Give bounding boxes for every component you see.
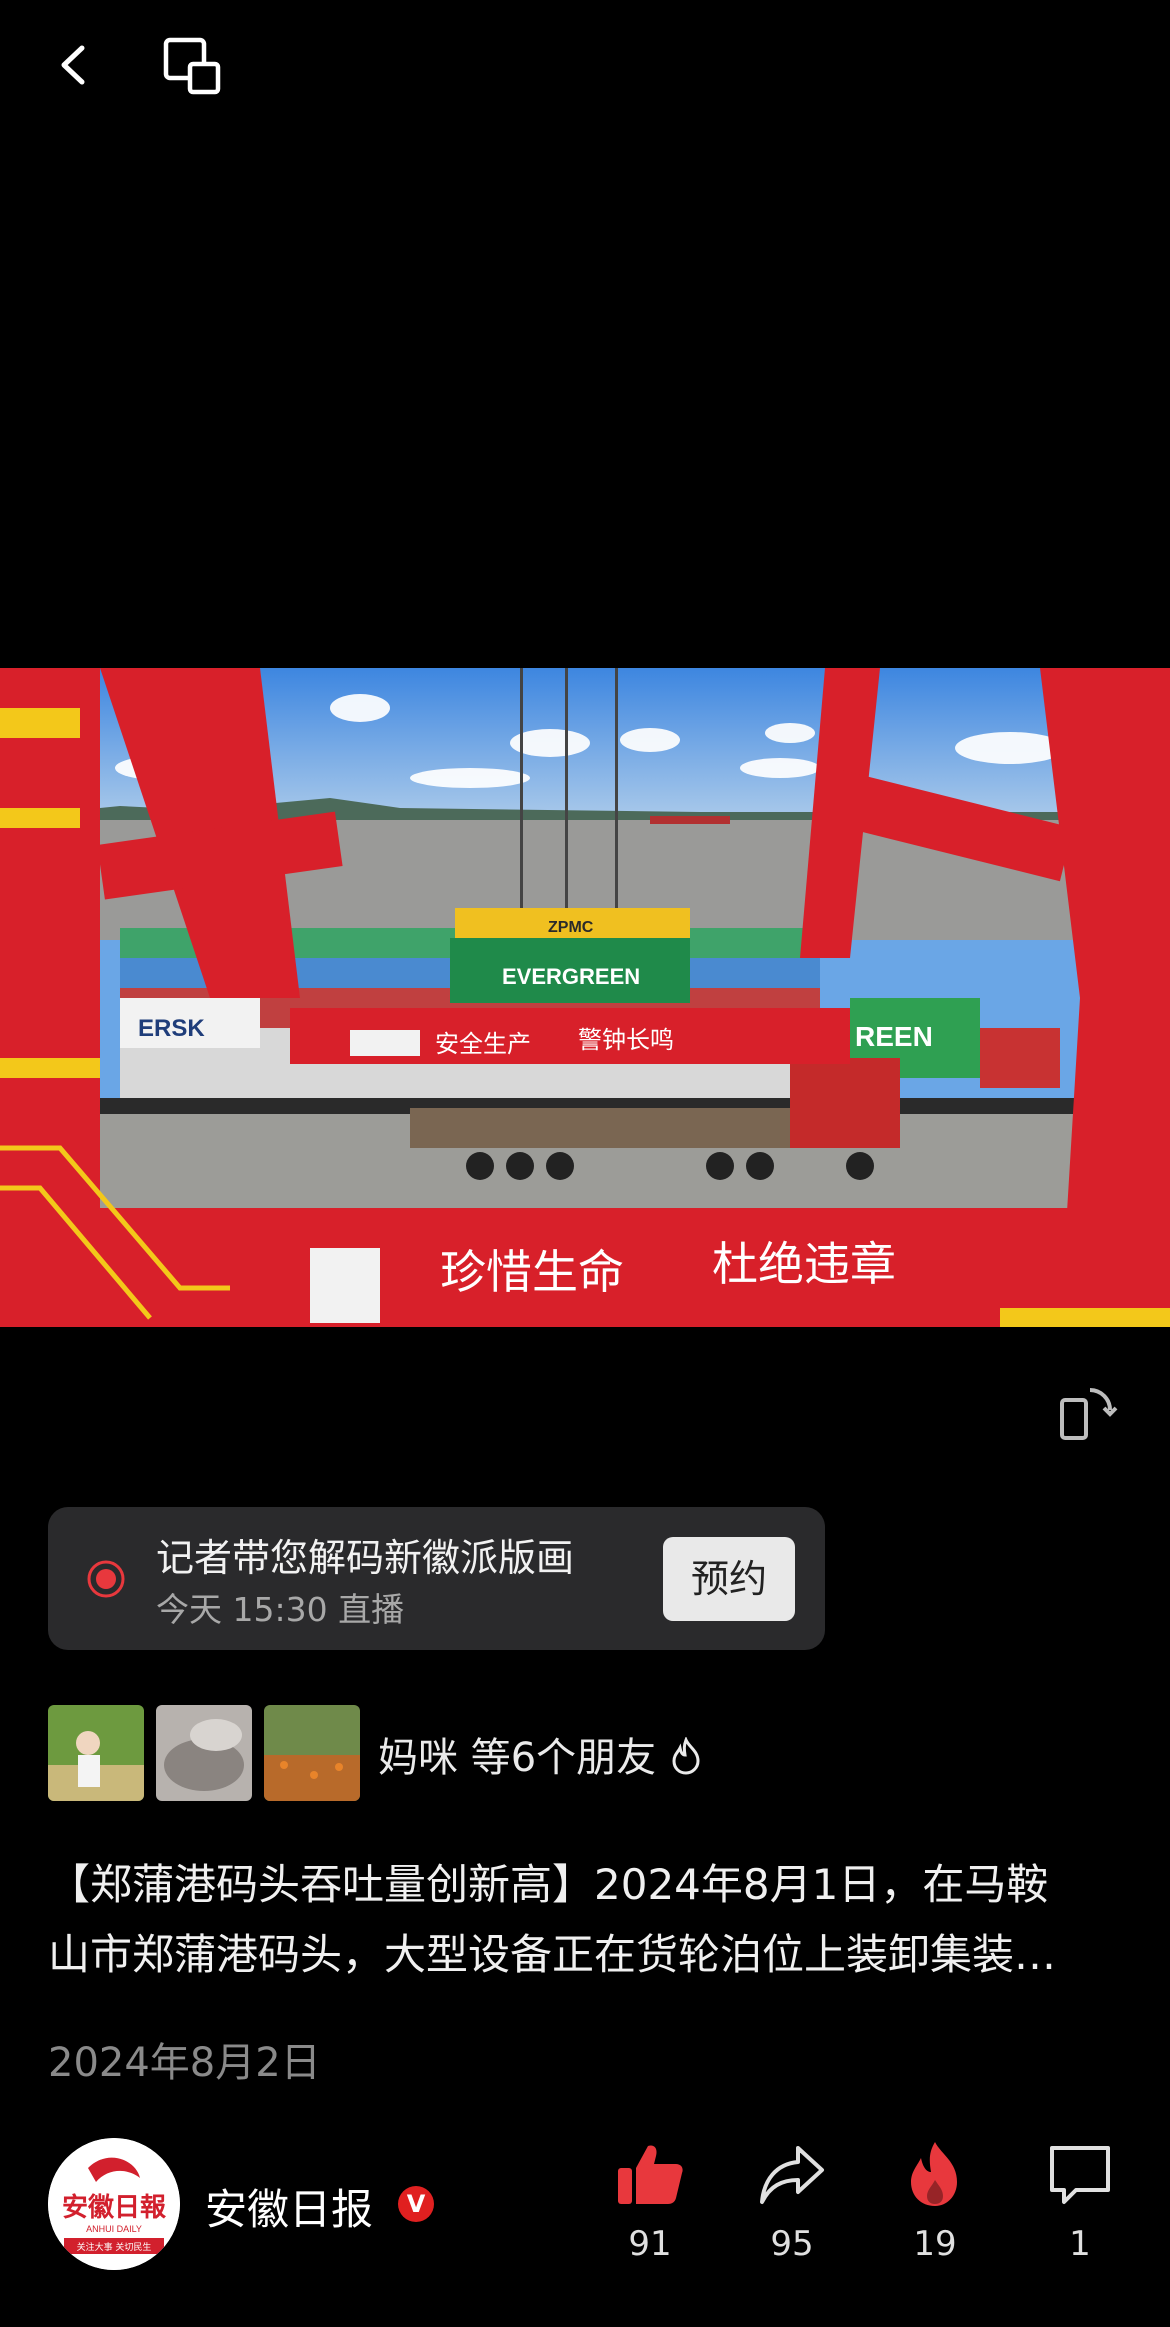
friend-avatar[interactable] [264,1705,360,1801]
like-button[interactable]: 91 [595,2140,705,2264]
like-count: 91 [628,2224,672,2264]
hot-count: 19 [913,2224,957,2264]
flame-outline-icon [672,1736,700,1775]
share-count: 95 [770,2224,814,2264]
post-description[interactable]: 【郑蒲港码头吞吐量创新高】2024年8月1日，在马鞍 山市郑蒲港码头，大型设备正… [48,1850,1128,1990]
spreader-label: ZPMC [548,919,594,936]
banner-text-top-left: 安全生产 [435,1030,531,1058]
live-time: 今天 15:30 直播 [156,1590,405,1629]
live-preview-card[interactable]: 记者带您解码新徽派版画 今天 15:30 直播 预约 [48,1507,825,1650]
friends-interaction[interactable]: 妈咪 等6个朋友 [378,1725,703,1783]
post-description-line: 【郑蒲港码头吞吐量创新高】2024年8月1日，在马鞍 [48,1860,1049,1909]
cast-screen-icon [163,37,221,95]
back-button[interactable] [40,30,110,100]
flame-icon [911,2142,957,2206]
container-right-label: REEN [855,1021,933,1052]
rotate-screen-icon [1060,1388,1118,1440]
friend-avatar-image [48,1705,144,1801]
share-button[interactable]: 95 [737,2140,847,2264]
comment-bubble-icon [1050,2146,1110,2204]
container-brand-label: EVERGREEN [502,964,640,989]
chevron-left-icon [61,45,85,85]
svg-text:ANHUI DAILY: ANHUI DAILY [86,2224,142,2234]
video-frame: ERSK REEN ZPMC EVERGREEN 安全生产 警钟长鸣 珍惜生命 … [0,668,1170,1327]
banner-text-top-right: 警钟长鸣 [578,1026,674,1054]
svg-text:关注大事 关切民生: 关注大事 关切民生 [77,2241,152,2253]
post-date: 2024年8月2日 [48,2040,321,2086]
svg-text:安徽日報: 安徽日報 [62,2193,167,2223]
friend-avatar-image [156,1705,252,1801]
anhui-daily-logo: 安徽日報 ANHUI DAILY 关注大事 关切民生 [48,2138,180,2270]
comment-count: 1 [1069,2224,1091,2264]
account-name[interactable]: 安徽日报 [205,2176,373,2237]
friend-avatar[interactable] [156,1705,252,1801]
friends-label: 妈咪 等6个朋友 [378,1735,657,1781]
friend-avatar-image [264,1705,360,1801]
cast-screen-button[interactable] [160,34,224,98]
banner-text-bottom-right: 杜绝违章 [712,1237,896,1291]
friend-avatar[interactable] [48,1705,144,1801]
comment-button[interactable]: 1 [1025,2140,1135,2264]
share-arrow-icon [760,2146,824,2204]
account-avatar[interactable]: 安徽日報 ANHUI DAILY 关注大事 关切民生 [48,2138,180,2270]
container-left-label: ERSK [138,1015,205,1042]
verified-badge: V [398,2186,434,2222]
banner-text-bottom-left: 珍惜生命 [440,1245,624,1299]
live-title: 记者带您解码新徽派版画 [156,1536,575,1580]
video-player[interactable]: ERSK REEN ZPMC EVERGREEN 安全生产 警钟长鸣 珍惜生命 … [0,668,1170,1327]
hot-button[interactable]: 19 [880,2140,990,2264]
rotate-screen-button[interactable] [1050,1378,1120,1448]
live-record-icon [87,1560,125,1598]
thumbs-up-icon [618,2145,683,2204]
post-description-line: 山市郑蒲港码头，大型设备正在货轮泊位上装卸集装… [48,1930,1057,1979]
reserve-button[interactable]: 预约 [663,1537,795,1621]
